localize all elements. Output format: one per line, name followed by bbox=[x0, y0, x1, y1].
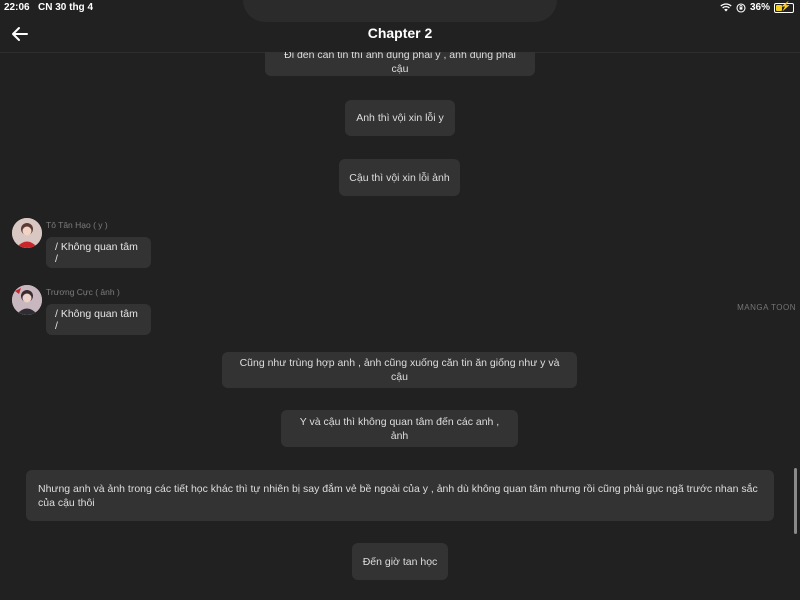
narration-bubble: Đến giờ tan học bbox=[352, 543, 448, 580]
avatar[interactable] bbox=[12, 285, 42, 315]
character-message-bubble: / Không quan tâm / bbox=[46, 237, 151, 268]
character-message-bubble: / Không quan tâm / bbox=[46, 304, 151, 335]
character-avatar-image bbox=[12, 218, 42, 248]
character-avatar-image bbox=[12, 285, 42, 315]
top-navigation-bar: Chapter 2 bbox=[0, 16, 800, 53]
narration-bubble: Cũng như trùng hợp anh , ảnh cũng xuống … bbox=[222, 352, 577, 388]
watermark: MANGA TOON bbox=[737, 303, 796, 312]
status-date: CN 30 thg 4 bbox=[38, 2, 94, 13]
narration-bubble: Đi đến căn tin thì anh đụng phải y , ảnh… bbox=[265, 52, 535, 76]
status-time: 22:06 bbox=[4, 2, 30, 13]
narration-bubble: Cậu thì vội xin lỗi ảnh bbox=[339, 159, 460, 196]
battery-percent: 36% bbox=[749, 2, 770, 13]
orientation-lock-icon bbox=[736, 2, 746, 13]
wifi-icon bbox=[720, 3, 732, 12]
chapter-title: Chapter 2 bbox=[367, 25, 433, 41]
avatar[interactable] bbox=[12, 218, 42, 248]
character-name: Trương Cực ( ảnh ) bbox=[46, 287, 120, 297]
narration-bubble: Nhưng anh và ảnh trong các tiết học khác… bbox=[26, 470, 774, 521]
narration-bubble: Y và cậu thì không quan tâm đến các anh … bbox=[281, 410, 518, 447]
story-chat-view[interactable]: Đi đến căn tin thì anh đụng phải y , ảnh… bbox=[0, 52, 800, 600]
scrollbar[interactable] bbox=[794, 468, 797, 534]
narration-bubble: Anh thì vội xin lỗi y bbox=[345, 100, 455, 136]
status-indicators: 36% ⚡ bbox=[720, 0, 794, 13]
charging-bolt-icon: ⚡ bbox=[780, 0, 792, 11]
battery-icon: ⚡ bbox=[774, 0, 794, 13]
character-name: Tô Tân Hạo ( y ) bbox=[46, 220, 108, 230]
